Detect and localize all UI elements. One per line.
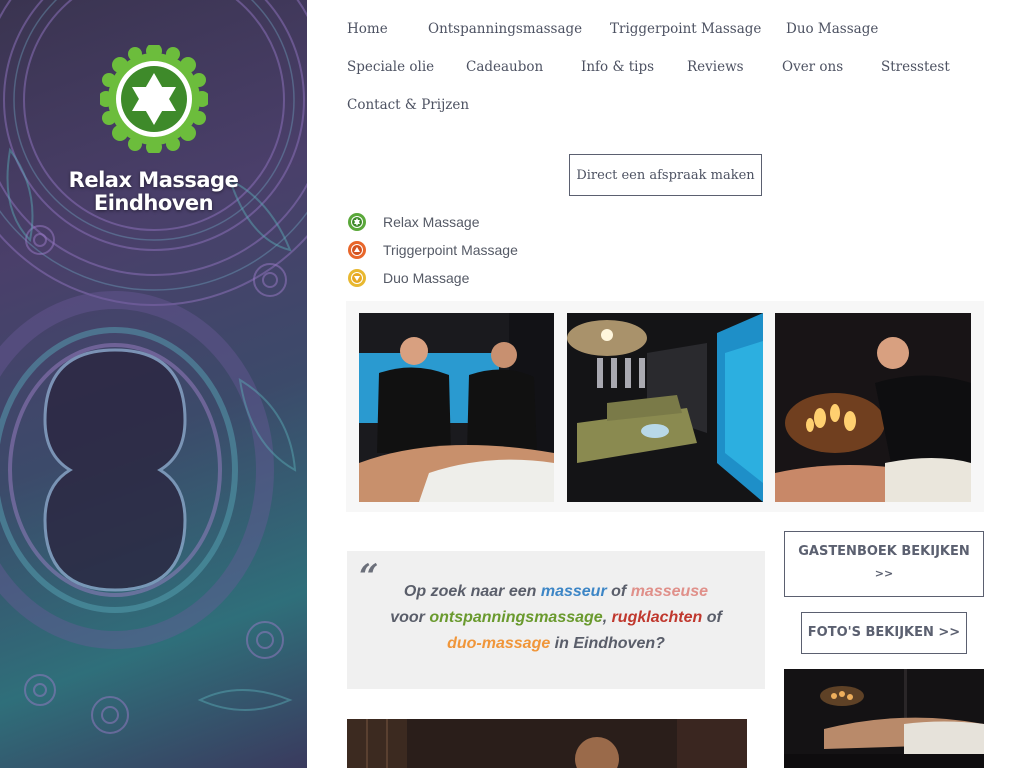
- sidebar: Relax Massage Eindhoven: [0, 0, 307, 768]
- nav-duo-massage[interactable]: Duo Massage: [786, 21, 878, 37]
- service-item-duo[interactable]: Duo Massage: [347, 267, 469, 289]
- nav-stresstest[interactable]: Stresstest: [881, 59, 950, 75]
- photos-button[interactable]: FOTO'S BEKIJKEN >>: [801, 612, 967, 654]
- quote-block: “ Op zoek naar een masseur of masseuse v…: [347, 551, 765, 689]
- brand-line-1[interactable]: Relax Massage: [0, 169, 307, 192]
- chakra-logo-icon[interactable]: [100, 45, 208, 153]
- duo-masseurs-photo[interactable]: [359, 313, 554, 502]
- candle-massage-photo[interactable]: [775, 313, 971, 502]
- nav-cadeaubon[interactable]: Cadeaubon: [466, 59, 543, 75]
- nav-triggerpoint-massage[interactable]: Triggerpoint Massage: [610, 21, 761, 37]
- green-chakra-icon: [348, 213, 366, 231]
- book-appointment-button[interactable]: Direct een afspraak maken: [569, 154, 762, 196]
- guestbook-arrow: >>: [874, 567, 894, 580]
- nav-reviews[interactable]: Reviews: [687, 59, 744, 75]
- yellow-chakra-icon: [348, 269, 366, 287]
- keyword-masseur[interactable]: masseur: [541, 583, 607, 600]
- service-item-relax[interactable]: Relax Massage: [347, 211, 480, 233]
- nav-ontspanningsmassage[interactable]: Ontspanningsmassage: [428, 21, 582, 37]
- nav-home[interactable]: Home: [347, 21, 388, 37]
- nav-contact-prijzen[interactable]: Contact & Prijzen: [347, 97, 469, 113]
- keyword-ontspanningsmassage[interactable]: ontspanningsmassage: [429, 609, 602, 626]
- service-label: Duo Massage: [383, 270, 470, 286]
- keyword-duo-massage[interactable]: duo-massage: [447, 635, 550, 652]
- therapist-photo[interactable]: [347, 719, 747, 768]
- nav-speciale-olie[interactable]: Speciale olie: [347, 59, 434, 75]
- service-label: Relax Massage: [383, 214, 480, 230]
- service-item-triggerpoint[interactable]: Triggerpoint Massage: [347, 239, 518, 261]
- quote-line-3: duo-massage in Eindhoven?: [447, 635, 665, 652]
- keyword-rugklachten[interactable]: rugklachten: [612, 609, 703, 626]
- quote-line-2: voor ontspanningsmassage, rugklachten of: [390, 609, 722, 626]
- quote-line-1: Op zoek naar een masseur of masseuse: [403, 583, 709, 600]
- keyword-masseuse[interactable]: masseuse: [631, 583, 708, 600]
- nav-info-tips[interactable]: Info & tips: [581, 59, 654, 75]
- massage-table-photo[interactable]: [784, 669, 984, 768]
- guestbook-label: GASTENBOEK BEKIJKEN: [798, 544, 970, 559]
- massage-room-photo[interactable]: [567, 313, 763, 502]
- service-label: Triggerpoint Massage: [383, 242, 518, 258]
- brand-line-2[interactable]: Eindhoven: [0, 192, 307, 215]
- nav-over-ons[interactable]: Over ons: [782, 59, 843, 75]
- orange-chakra-icon: [348, 241, 366, 259]
- guestbook-button[interactable]: GASTENBOEK BEKIJKEN >>: [784, 531, 984, 597]
